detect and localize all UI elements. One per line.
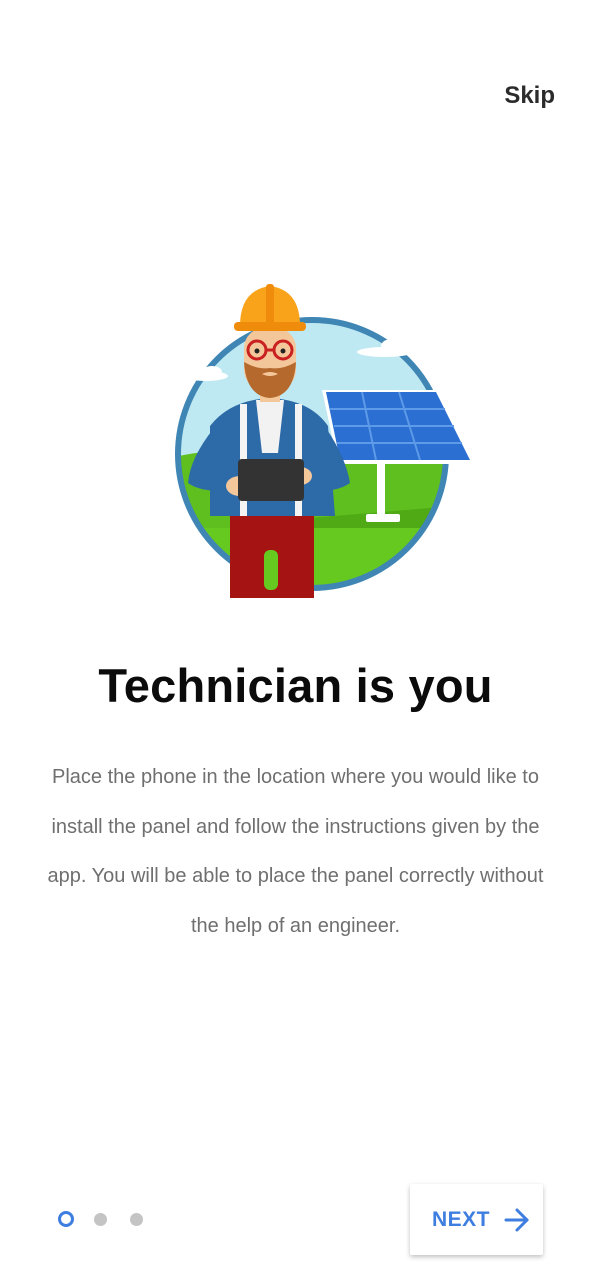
arrow-right-icon bbox=[504, 1208, 529, 1231]
slide-title: Technician is you bbox=[98, 659, 493, 712]
page-dot[interactable] bbox=[94, 1212, 107, 1226]
technician-solar-panel-illustration bbox=[175, 284, 476, 598]
onboarding-screen: Skip Technician is you Place the phone i… bbox=[0, 0, 591, 1280]
skip-button[interactable]: Skip bbox=[504, 82, 555, 110]
page-indicator bbox=[58, 1211, 166, 1227]
next-button[interactable]: NEXT bbox=[410, 1184, 543, 1255]
page-dot-active[interactable] bbox=[58, 1211, 74, 1227]
page-dot[interactable] bbox=[130, 1212, 143, 1226]
next-label: NEXT bbox=[432, 1207, 491, 1231]
slide-description: Place the phone in the location where yo… bbox=[47, 766, 544, 937]
